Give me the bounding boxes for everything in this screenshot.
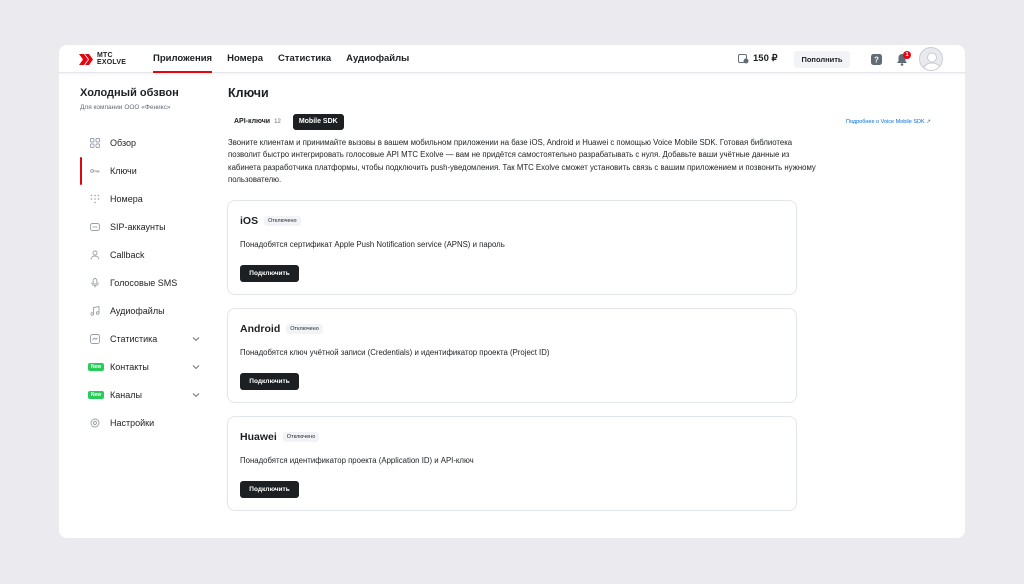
logo-line-1: МТС (97, 52, 113, 59)
project-company: Для компании ООО «Феникс» (80, 104, 171, 111)
sidebar-item-keys[interactable]: Ключи (80, 157, 204, 185)
music-note-icon (90, 306, 100, 316)
logo-mark-icon (79, 53, 93, 65)
avatar[interactable] (919, 47, 943, 71)
sidebar-item-label: Ключи (110, 166, 137, 176)
status-badge: Отключено (286, 324, 323, 334)
card-title: iOS (240, 215, 259, 227)
nav-audiofiles[interactable]: Аудиофайлы (346, 45, 409, 73)
platform-card-android: Android Отключено Понадобятся ключ учётн… (227, 308, 797, 403)
card-title: Android (240, 323, 281, 335)
gear-icon (90, 418, 100, 428)
sidebar-item-label: Каналы (110, 390, 142, 400)
card-title: Huawei (240, 431, 277, 443)
connect-huawei-button[interactable]: Подключить (240, 481, 299, 498)
chevron-down-icon (192, 393, 200, 398)
sidebar-item-callback[interactable]: Callback (80, 241, 204, 269)
balance-value: 150 ₽ (753, 53, 778, 64)
sip-icon (90, 223, 100, 231)
sidebar-item-label: Номера (110, 194, 143, 204)
sidebar-item-label: Контакты (110, 362, 149, 372)
grid-icon (90, 138, 100, 148)
sidebar-item-label: Голосовые SMS (110, 278, 178, 288)
chevron-down-icon (192, 337, 200, 342)
key-icon (90, 169, 100, 173)
connect-ios-button[interactable]: Подключить (240, 265, 299, 282)
status-badge: Отключено (282, 432, 320, 442)
new-badge: New (88, 391, 104, 399)
chevron-down-icon (192, 365, 200, 370)
microphone-icon (91, 278, 99, 288)
help-icon[interactable]: ? (871, 54, 882, 65)
sidebar-item-label: Обзор (110, 138, 136, 148)
nav-numbers[interactable]: Номера (227, 45, 263, 73)
platform-card-huawei: Huawei Отключено Понадобятся идентификат… (227, 416, 797, 511)
callback-icon (90, 250, 100, 260)
platform-card-ios: iOS Отключено Понадобятся сертификат App… (227, 200, 797, 295)
new-badge: New (88, 363, 104, 371)
sidebar-item-numbers[interactable]: Номера (80, 185, 204, 213)
user-icon (922, 52, 942, 70)
page-title: Ключи (228, 86, 269, 100)
top-bar: МТС EXOLVE Приложения Номера Статистика … (59, 45, 965, 73)
sidebar-item-label: Callback (110, 250, 145, 260)
sidebar-item-statistics[interactable]: Статистика (80, 325, 204, 353)
card-description: Понадобятся идентификатор проекта (Appli… (240, 456, 474, 465)
main-nav: Приложения Номера Статистика Аудиофайлы (153, 45, 409, 73)
sidebar-item-sip-accounts[interactable]: SIP-аккаунты (80, 213, 204, 241)
sdk-description: Звоните клиентам и принимайте вызовы в в… (228, 138, 816, 185)
tab-mobile-sdk[interactable]: Mobile SDK (292, 114, 344, 130)
tab-label: API-ключи (234, 118, 271, 125)
card-description: Понадобятся сертификат Apple Push Notifi… (240, 240, 505, 249)
statistics-icon (90, 334, 100, 344)
sidebar-item-audiofiles[interactable]: Аудиофайлы (80, 297, 204, 325)
sidebar-item-channels[interactable]: New Каналы (80, 381, 204, 409)
tab-api-keys[interactable]: API-ключи 12 (228, 114, 287, 130)
balance[interactable]: 150 ₽ (738, 53, 778, 64)
logo[interactable]: МТС EXOLVE (79, 52, 126, 66)
sidebar-item-label: Настройки (110, 418, 155, 428)
sidebar-item-voice-sms[interactable]: Голосовые SMS (80, 269, 204, 297)
tabs: API-ключи 12 Mobile SDK (228, 114, 344, 130)
voice-sdk-link[interactable]: Подробнее о Voice Mobile SDK ↗ (846, 119, 931, 125)
svg-text:?: ? (874, 55, 879, 64)
topup-button[interactable]: Пополнить (794, 51, 850, 68)
card-description: Понадобятся ключ учётной записи (Credent… (240, 348, 550, 357)
sidebar-item-label: Аудиофайлы (110, 306, 165, 316)
sidebar-item-label: Статистика (110, 334, 158, 344)
tab-label: Mobile SDK (298, 118, 338, 125)
project-title: Холодный обзвон (80, 87, 179, 99)
app-window: МТС EXOLVE Приложения Номера Статистика … (59, 45, 965, 538)
logo-line-2: EXOLVE (97, 59, 127, 66)
sidebar-item-label: SIP-аккаунты (110, 222, 166, 232)
nav-applications[interactable]: Приложения (153, 45, 213, 73)
sidebar-item-overview[interactable]: Обзор (80, 129, 204, 157)
tab-count: 12 (274, 119, 281, 125)
sidebar-item-contacts[interactable]: New Контакты (80, 353, 204, 381)
sidebar-item-settings[interactable]: Настройки (80, 409, 204, 437)
wallet-icon (738, 54, 749, 64)
status-badge: Отключено (264, 216, 301, 226)
notification-badge: 1 (903, 51, 911, 59)
dialpad-icon (90, 194, 100, 204)
connect-android-button[interactable]: Подключить (240, 373, 299, 390)
nav-statistics[interactable]: Статистика (278, 45, 331, 73)
